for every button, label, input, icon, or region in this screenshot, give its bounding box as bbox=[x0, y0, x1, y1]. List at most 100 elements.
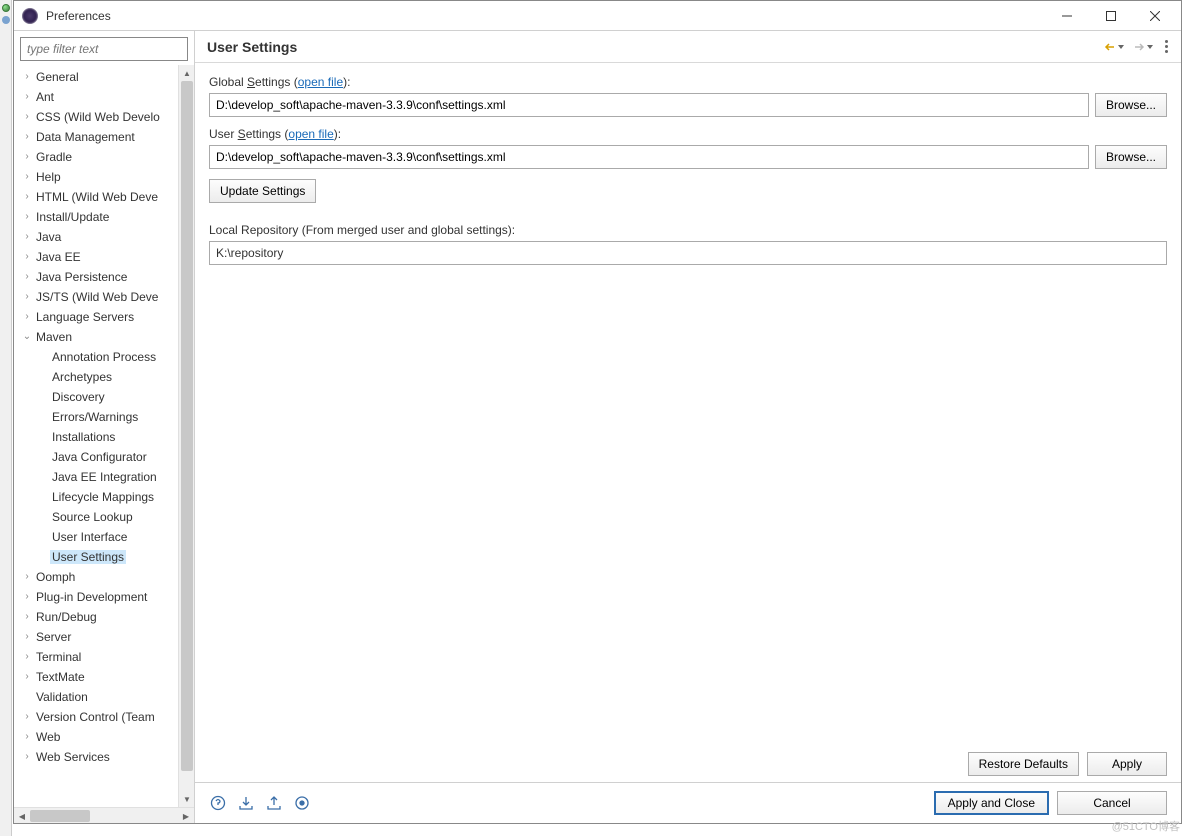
maximize-button[interactable] bbox=[1089, 2, 1133, 30]
tree-item[interactable]: User Settings bbox=[14, 547, 178, 567]
oomph-record-icon[interactable] bbox=[293, 794, 311, 812]
page-title: User Settings bbox=[207, 39, 297, 55]
chevron-right-icon[interactable]: › bbox=[20, 712, 34, 722]
scroll-left-icon[interactable]: ◀ bbox=[14, 808, 30, 823]
run-icon[interactable] bbox=[2, 4, 10, 12]
chevron-right-icon[interactable]: › bbox=[20, 572, 34, 582]
debug-icon[interactable] bbox=[2, 16, 10, 24]
vertical-scrollbar[interactable]: ▲ ▼ bbox=[178, 65, 194, 807]
tree-item[interactable]: Installations bbox=[14, 427, 178, 447]
scroll-down-icon[interactable]: ▼ bbox=[179, 791, 194, 807]
tree-item[interactable]: ›Java Persistence bbox=[14, 267, 178, 287]
user-open-file-link[interactable]: open file bbox=[288, 127, 333, 141]
tree-item[interactable]: ›Web Services bbox=[14, 747, 178, 767]
chevron-right-icon[interactable]: › bbox=[20, 152, 34, 162]
chevron-down-icon[interactable]: ⌄ bbox=[20, 332, 34, 342]
tree-item[interactable]: ›Gradle bbox=[14, 147, 178, 167]
import-icon[interactable] bbox=[237, 794, 255, 812]
chevron-right-icon[interactable]: › bbox=[20, 72, 34, 82]
local-repository-input[interactable] bbox=[209, 241, 1167, 265]
horizontal-scrollbar[interactable]: ◀ ▶ bbox=[14, 807, 194, 823]
chevron-right-icon[interactable]: › bbox=[20, 612, 34, 622]
tree-item[interactable]: Annotation Process bbox=[14, 347, 178, 367]
tree-item[interactable]: ›Server bbox=[14, 627, 178, 647]
tree-item[interactable]: Java EE Integration bbox=[14, 467, 178, 487]
tree-item[interactable]: ›HTML (Wild Web Deve bbox=[14, 187, 178, 207]
chevron-right-icon[interactable]: › bbox=[20, 92, 34, 102]
tree-item[interactable]: ›Oomph bbox=[14, 567, 178, 587]
titlebar: Preferences bbox=[14, 1, 1181, 31]
tree-item[interactable]: ›CSS (Wild Web Develo bbox=[14, 107, 178, 127]
scroll-right-icon[interactable]: ▶ bbox=[178, 808, 194, 823]
apply-and-close-button[interactable]: Apply and Close bbox=[934, 791, 1049, 815]
tree-item[interactable]: Source Lookup bbox=[14, 507, 178, 527]
chevron-right-icon[interactable]: › bbox=[20, 632, 34, 642]
export-icon[interactable] bbox=[265, 794, 283, 812]
chevron-right-icon[interactable]: › bbox=[20, 112, 34, 122]
tree-item[interactable]: ›Ant bbox=[14, 87, 178, 107]
chevron-right-icon[interactable]: › bbox=[20, 652, 34, 662]
chevron-right-icon[interactable]: › bbox=[20, 172, 34, 182]
back-button[interactable] bbox=[1101, 40, 1126, 54]
chevron-right-icon[interactable]: › bbox=[20, 212, 34, 222]
tree-item[interactable]: ⌄Maven bbox=[14, 327, 178, 347]
chevron-right-icon[interactable]: › bbox=[20, 132, 34, 142]
preferences-tree[interactable]: ›General›Ant›CSS (Wild Web Develo›Data M… bbox=[14, 65, 178, 807]
chevron-right-icon[interactable]: › bbox=[20, 192, 34, 202]
tree-item[interactable]: Archetypes bbox=[14, 367, 178, 387]
tree-item[interactable]: ›Web bbox=[14, 727, 178, 747]
tree-item[interactable]: Validation bbox=[14, 687, 178, 707]
global-open-file-link[interactable]: open file bbox=[298, 75, 343, 89]
tree-item[interactable]: User Interface bbox=[14, 527, 178, 547]
apply-button[interactable]: Apply bbox=[1087, 752, 1167, 776]
tree-item-label: Ant bbox=[34, 90, 56, 104]
global-browse-button[interactable]: Browse... bbox=[1095, 93, 1167, 117]
tree-item[interactable]: Lifecycle Mappings bbox=[14, 487, 178, 507]
restore-defaults-button[interactable]: Restore Defaults bbox=[968, 752, 1079, 776]
window-title: Preferences bbox=[46, 9, 111, 23]
tree-item[interactable]: ›Run/Debug bbox=[14, 607, 178, 627]
tree-item-label: TextMate bbox=[34, 670, 87, 684]
tree-item[interactable]: ›Data Management bbox=[14, 127, 178, 147]
chevron-right-icon[interactable]: › bbox=[20, 592, 34, 602]
chevron-right-icon[interactable]: › bbox=[20, 732, 34, 742]
tree-item[interactable]: ›Version Control (Team bbox=[14, 707, 178, 727]
tree-item[interactable]: ›JS/TS (Wild Web Deve bbox=[14, 287, 178, 307]
user-browse-button[interactable]: Browse... bbox=[1095, 145, 1167, 169]
scroll-thumb[interactable] bbox=[181, 81, 193, 771]
tree-item[interactable]: ›Terminal bbox=[14, 647, 178, 667]
chevron-right-icon[interactable]: › bbox=[20, 252, 34, 262]
scroll-up-icon[interactable]: ▲ bbox=[179, 65, 194, 81]
menu-icon[interactable] bbox=[1165, 40, 1169, 53]
tree-item[interactable]: ›Java EE bbox=[14, 247, 178, 267]
chevron-right-icon[interactable]: › bbox=[20, 752, 34, 762]
tree-item-label: User Interface bbox=[50, 530, 129, 544]
tree-item[interactable]: ›Plug-in Development bbox=[14, 587, 178, 607]
tree-item[interactable]: Java Configurator bbox=[14, 447, 178, 467]
tree-item-label: Server bbox=[34, 630, 73, 644]
tree-item[interactable]: ›Java bbox=[14, 227, 178, 247]
tree-item[interactable]: ›Install/Update bbox=[14, 207, 178, 227]
tree-item[interactable]: Errors/Warnings bbox=[14, 407, 178, 427]
help-icon[interactable] bbox=[209, 794, 227, 812]
update-settings-button[interactable]: Update Settings bbox=[209, 179, 316, 203]
minimize-button[interactable] bbox=[1045, 2, 1089, 30]
chevron-right-icon[interactable]: › bbox=[20, 312, 34, 322]
chevron-right-icon[interactable]: › bbox=[20, 672, 34, 682]
filter-input[interactable] bbox=[20, 37, 188, 61]
user-settings-input[interactable] bbox=[209, 145, 1089, 169]
tree-item[interactable]: ›Language Servers bbox=[14, 307, 178, 327]
tree-item-label: Validation bbox=[34, 690, 90, 704]
close-button[interactable] bbox=[1133, 2, 1177, 30]
cancel-button[interactable]: Cancel bbox=[1057, 791, 1167, 815]
chevron-right-icon[interactable]: › bbox=[20, 232, 34, 242]
scroll-thumb-h[interactable] bbox=[30, 810, 90, 822]
global-settings-input[interactable] bbox=[209, 93, 1089, 117]
forward-button[interactable] bbox=[1130, 40, 1155, 54]
tree-item[interactable]: ›Help bbox=[14, 167, 178, 187]
tree-item[interactable]: ›TextMate bbox=[14, 667, 178, 687]
tree-item[interactable]: ›General bbox=[14, 67, 178, 87]
tree-item[interactable]: Discovery bbox=[14, 387, 178, 407]
chevron-right-icon[interactable]: › bbox=[20, 272, 34, 282]
chevron-right-icon[interactable]: › bbox=[20, 292, 34, 302]
